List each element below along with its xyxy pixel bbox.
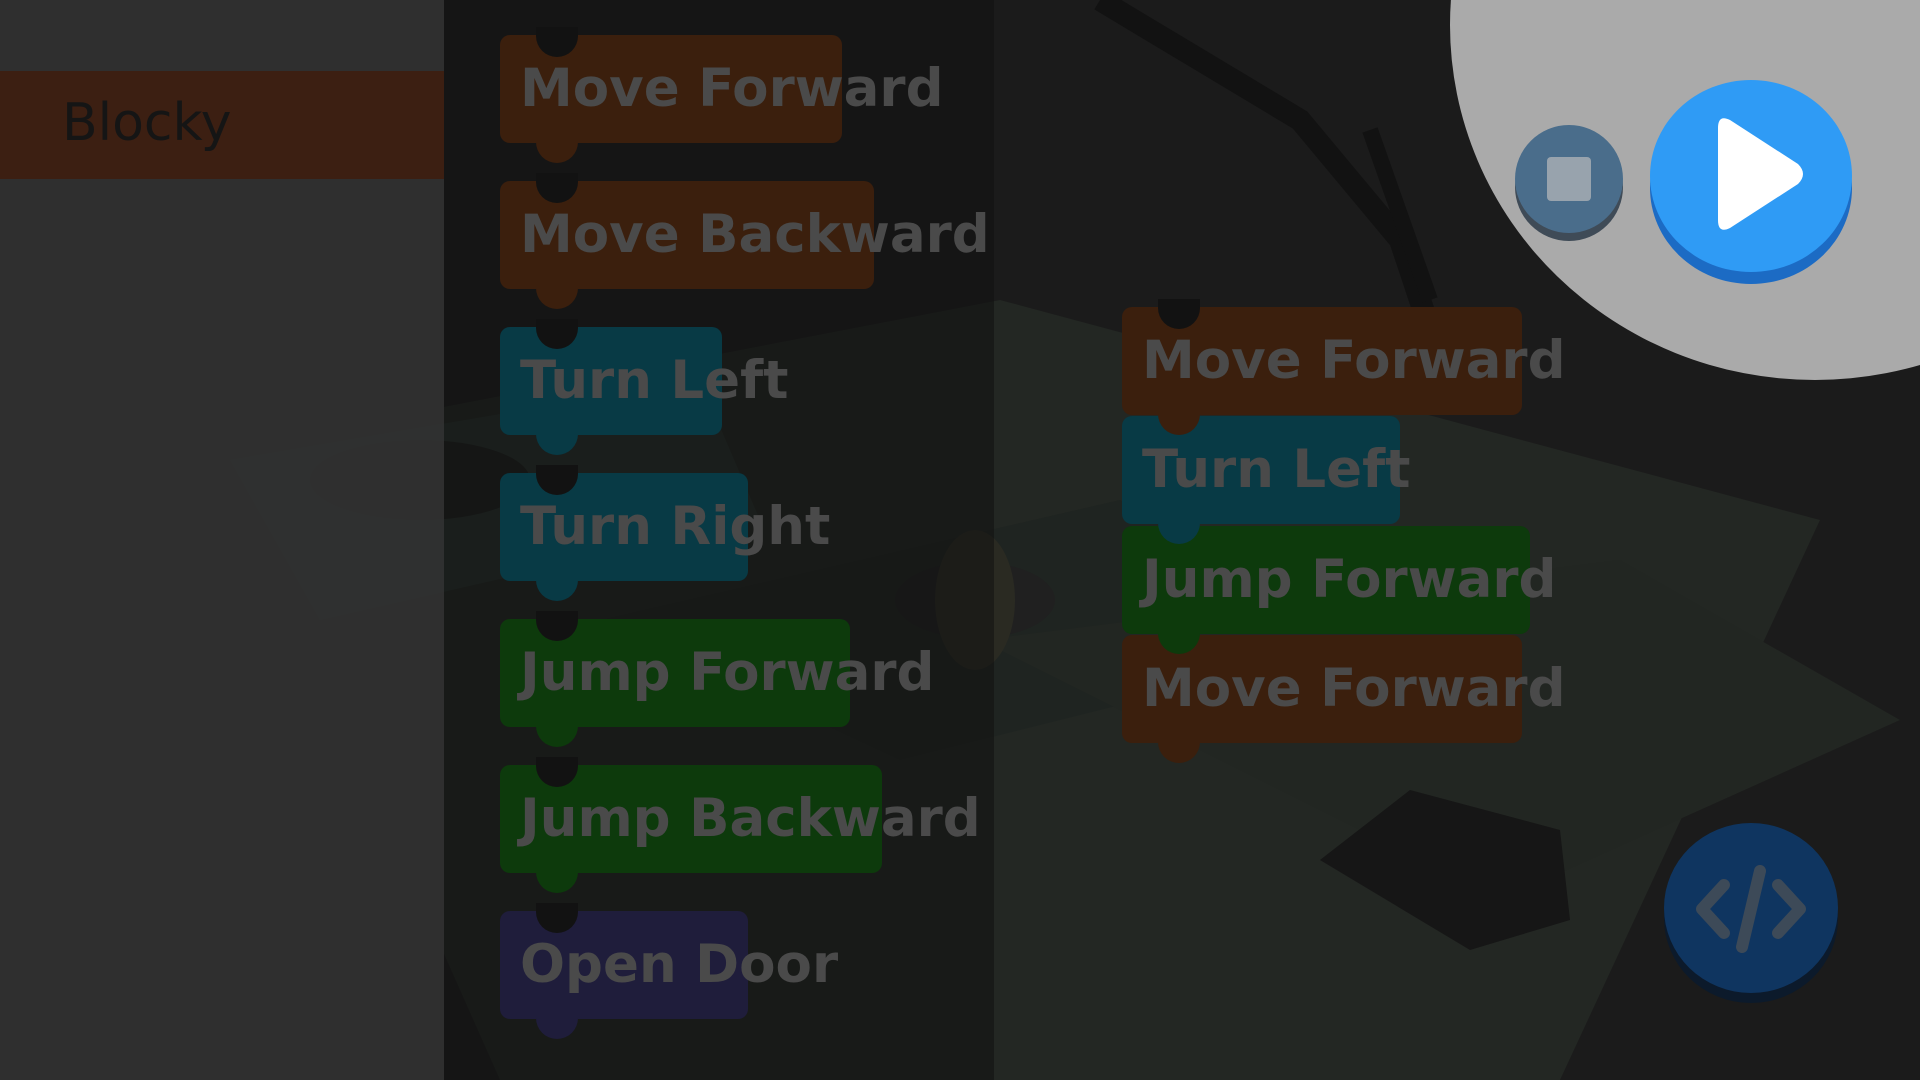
flyout-block-move-backward[interactable]: Move Backward	[500, 173, 990, 309]
block-connector	[536, 871, 578, 893]
button-face	[1650, 80, 1852, 272]
block-label: Move Backward	[520, 204, 990, 265]
flyout-block-turn-left[interactable]: Turn Left	[500, 319, 789, 455]
stop-button[interactable]	[1515, 125, 1623, 241]
block-label: Jump Forward	[1142, 549, 1557, 610]
flyout-block-jump-backward[interactable]: Jump Backward	[500, 757, 981, 893]
block-label: Turn Left	[1142, 439, 1411, 500]
button-face	[1664, 823, 1838, 993]
block-label: Open Door	[520, 934, 839, 995]
play-button[interactable]	[1650, 80, 1852, 284]
flyout-block-open-door[interactable]: Open Door	[500, 903, 838, 1039]
block-notch	[536, 757, 578, 787]
block-notch	[536, 903, 578, 933]
block-label: Jump Forward	[520, 642, 935, 703]
program-block-turn-left[interactable]: Turn Left	[1122, 416, 1411, 544]
block-flyout: Move Forward Move Backward Turn Left Tur…	[444, 0, 994, 1080]
category-label: Blocky	[62, 93, 232, 153]
block-connector	[536, 1017, 578, 1039]
code-icon	[1696, 865, 1806, 953]
block-label: Turn Left	[520, 350, 789, 411]
block-connector	[536, 287, 578, 309]
category-sidebar: Blocky	[0, 0, 444, 1080]
flyout-block-turn-right[interactable]: Turn Right	[500, 465, 830, 601]
block-connector	[536, 579, 578, 601]
category-blocky[interactable]: Blocky	[0, 71, 444, 179]
block-label: Turn Right	[520, 496, 831, 557]
play-icon	[1718, 118, 1803, 230]
stop-icon	[1547, 157, 1591, 201]
block-label: Move Forward	[1142, 330, 1566, 391]
flyout-block-move-forward[interactable]: Move Forward	[500, 27, 944, 163]
block-notch	[536, 27, 578, 57]
block-connector	[536, 141, 578, 163]
code-view-button[interactable]	[1664, 823, 1838, 1003]
block-notch	[536, 465, 578, 495]
block-connector	[536, 433, 578, 455]
block-notch	[1158, 299, 1200, 329]
block-label: Move Forward	[520, 58, 944, 119]
block-label: Move Forward	[1142, 658, 1566, 719]
flyout-block-jump-forward[interactable]: Jump Forward	[500, 611, 934, 747]
game-screen: Blocky Move Forward Move Backward Turn L…	[0, 0, 1920, 1080]
block-label: Jump Backward	[520, 788, 981, 849]
block-notch	[536, 611, 578, 641]
button-face	[1515, 125, 1623, 233]
block-connector	[536, 725, 578, 747]
program-block-move-forward[interactable]: Move Forward	[1122, 299, 1566, 435]
block-notch	[536, 319, 578, 349]
block-notch	[536, 173, 578, 203]
